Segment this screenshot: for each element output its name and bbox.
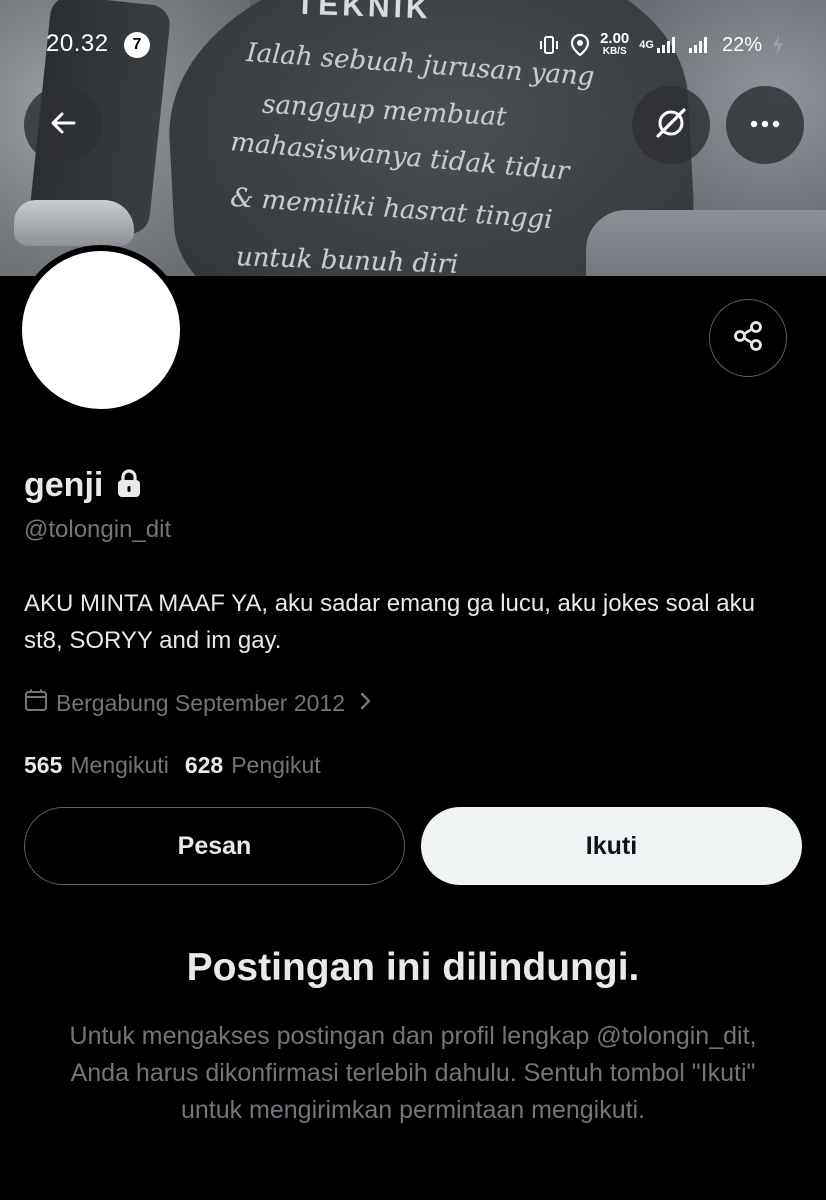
message-button[interactable]: Pesan bbox=[24, 807, 405, 885]
grok-icon bbox=[654, 106, 688, 145]
arrow-left-icon bbox=[48, 108, 78, 143]
grok-button[interactable] bbox=[632, 86, 710, 164]
protected-description: Untuk mengakses postingan dan profil len… bbox=[69, 1022, 757, 1124]
battery-level: 22% bbox=[721, 33, 762, 56]
more-button[interactable] bbox=[726, 86, 804, 164]
banner-jeans bbox=[586, 210, 826, 276]
status-icons: 2.00 KB/S 4G 22% bbox=[538, 30, 784, 60]
mobile-signal-4g-icon: 4G bbox=[639, 36, 678, 54]
more-horizontal-icon bbox=[749, 116, 781, 134]
net-speed-value: 2.00 bbox=[600, 30, 630, 47]
followers-link[interactable]: 628 Pengikut bbox=[185, 752, 337, 779]
status-bar: 20.32 7 2.00 KB/S 4G 22% bbox=[0, 22, 826, 68]
notification-badge: 7 bbox=[124, 32, 150, 58]
display-name: genji bbox=[24, 466, 104, 504]
share-button[interactable] bbox=[709, 299, 787, 377]
net-speed: 2.00 KB/S bbox=[600, 30, 630, 58]
followers-count: 628 bbox=[184, 752, 224, 778]
share-icon bbox=[731, 319, 765, 358]
signal-icon bbox=[688, 36, 712, 54]
location-icon bbox=[570, 33, 590, 57]
following-link[interactable]: 565 Mengikuti bbox=[24, 752, 185, 779]
status-time: 20.32 bbox=[46, 30, 109, 57]
avatar[interactable] bbox=[16, 245, 186, 415]
back-button[interactable] bbox=[24, 86, 102, 164]
calendar-icon bbox=[24, 688, 48, 718]
follow-stats: 565 Mengikuti 628 Pengikut bbox=[24, 752, 337, 779]
following-count: 565 bbox=[24, 752, 63, 778]
net-speed-unit: KB/S bbox=[602, 46, 627, 57]
username-handle: @tolongin_dit bbox=[24, 516, 172, 543]
protected-title: Postingan ini dilindungi. bbox=[186, 946, 640, 989]
net-type-label: 4G bbox=[639, 39, 654, 51]
lock-icon bbox=[115, 467, 143, 504]
follow-button[interactable]: Ikuti bbox=[421, 807, 802, 885]
banner-shoe bbox=[14, 200, 134, 246]
vibrate-icon bbox=[538, 34, 560, 56]
joined-date[interactable]: Bergabung September 2012 bbox=[24, 688, 373, 718]
following-label: Mengikuti bbox=[70, 752, 169, 778]
display-name-row: genji bbox=[24, 466, 143, 505]
profile-bio: AKU MINTA MAAF YA, aku sadar emang ga lu… bbox=[24, 590, 756, 654]
chevron-right-icon bbox=[359, 690, 373, 717]
charging-icon bbox=[772, 34, 784, 56]
followers-label: Pengikut bbox=[231, 752, 321, 778]
joined-label: Bergabung September 2012 bbox=[56, 689, 345, 716]
